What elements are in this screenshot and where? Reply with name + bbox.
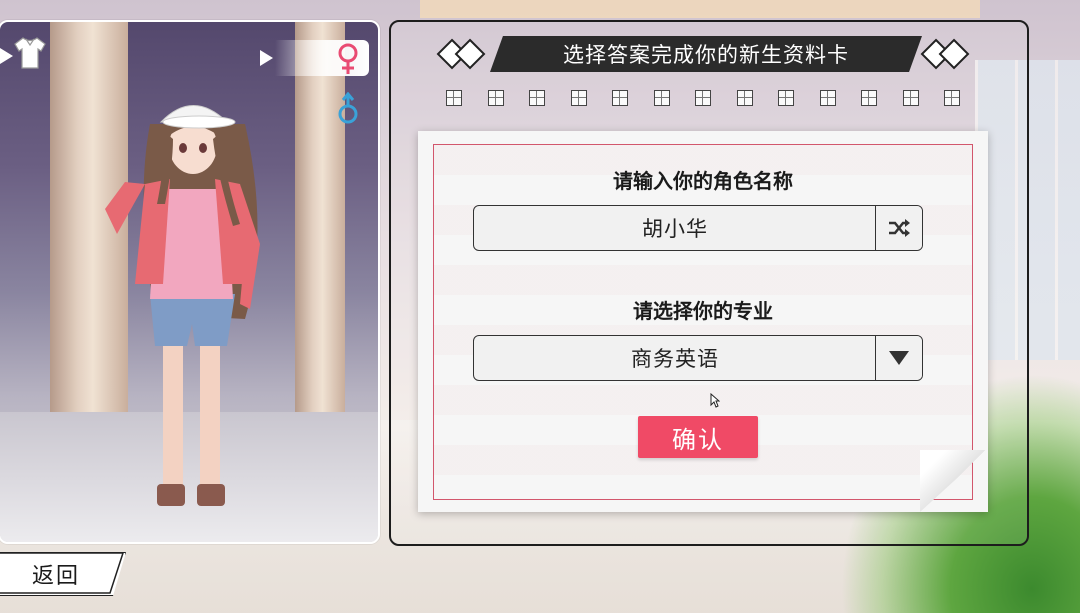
- major-select[interactable]: 商务英语: [473, 335, 923, 381]
- progress-box: [487, 90, 504, 106]
- progress-box: [944, 90, 960, 106]
- player-character: [105, 105, 260, 506]
- progress-box: [446, 90, 462, 106]
- page-curl: [920, 450, 988, 512]
- diamond-decoration-icon: [436, 38, 486, 70]
- progress-box: [695, 90, 711, 106]
- random-name-button[interactable]: [875, 206, 922, 250]
- progress-box: [778, 90, 794, 106]
- major-prompt-label: 请选择你的专业: [633, 299, 773, 323]
- progress-box: [529, 90, 545, 106]
- progress-box: [570, 90, 587, 106]
- card-title-banner: 选择答案完成你的新生资料卡: [490, 36, 922, 72]
- female-icon[interactable]: [334, 42, 362, 76]
- character-name-field[interactable]: 胡小华: [473, 205, 923, 251]
- card-title: 选择答案完成你的新生资料卡: [563, 43, 849, 67]
- question-progress-row: [446, 90, 960, 106]
- chevron-down-icon[interactable]: [889, 351, 909, 365]
- diamond-decoration-icon: [920, 38, 970, 70]
- male-icon[interactable]: [334, 92, 362, 126]
- progress-box: [819, 90, 836, 106]
- name-prompt-label: 请输入你的角色名称: [613, 169, 793, 193]
- progress-box: [612, 90, 628, 106]
- progress-box: [902, 90, 919, 106]
- confirm-button[interactable]: 确认: [638, 416, 758, 458]
- back-button-outline: [0, 552, 124, 594]
- mouse-cursor-icon: [710, 393, 720, 408]
- shirt-icon[interactable]: [12, 36, 48, 70]
- major-dropdown-button[interactable]: [875, 336, 922, 380]
- ceiling-light: [420, 0, 980, 18]
- shuffle-icon[interactable]: [887, 218, 911, 238]
- gender-arrow-icon[interactable]: [260, 50, 273, 66]
- progress-box: [861, 90, 877, 106]
- character-preview-panel: [0, 20, 380, 544]
- progress-box: [653, 90, 670, 106]
- major-selected-value[interactable]: 商务英语: [474, 336, 876, 380]
- progress-box: [736, 90, 753, 106]
- character-name-value[interactable]: 胡小华: [474, 206, 876, 250]
